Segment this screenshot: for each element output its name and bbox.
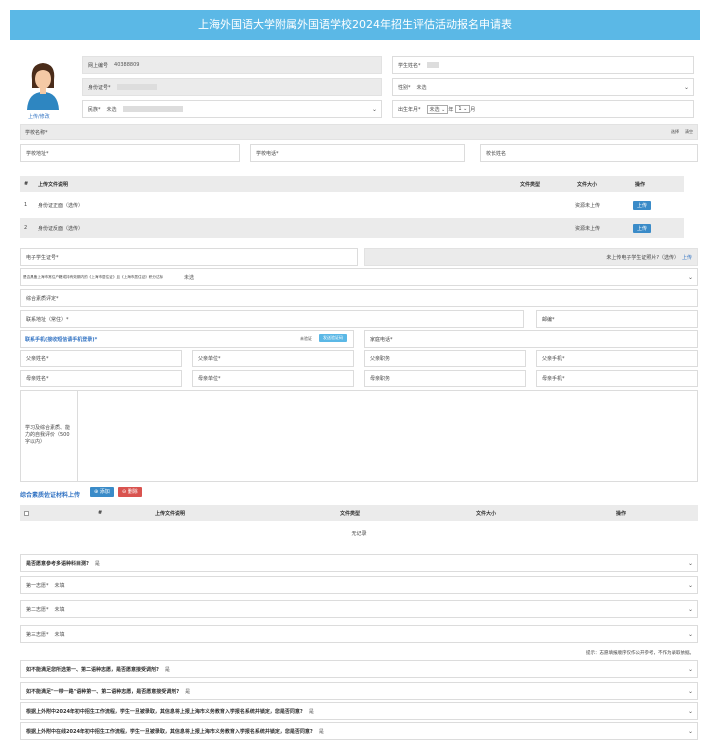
mother-job-field[interactable]: 母亲职务	[364, 370, 526, 387]
adjust-question-1[interactable]: 如不能满足您所选第一、第二语种志愿，是否愿意接受调剂? 是 ⌄	[20, 660, 698, 678]
self-evaluation-row: 学习及综合素质、能力的自我评价（500字以内）	[20, 390, 698, 482]
materials-table-header: # 上传文件说明 文件类型 文件大小 操作	[20, 505, 698, 521]
e-card-photo-note: 未上传电子学生证照片?（选传） 上传	[364, 248, 698, 266]
upload-button[interactable]: 上传	[633, 223, 652, 233]
father-phone-field[interactable]: 父亲手机*	[536, 350, 698, 367]
self-evaluation-textarea[interactable]	[77, 391, 697, 481]
contact-phone-row: 联系手机(接收短信请手机登录)* 未验证 发送验证码	[20, 330, 354, 348]
principal-name-field[interactable]: 校长姓名	[480, 144, 698, 162]
home-phone-field[interactable]: 家庭电话*	[364, 330, 698, 348]
table-row: 1 身份证正面（选传） 资源未上传 上传	[20, 196, 684, 214]
third-choice-select[interactable]: 第三志愿* 未填 ⌄	[20, 625, 698, 643]
first-choice-select[interactable]: 第一志愿* 未填 ⌄	[20, 576, 698, 594]
avatar-icon	[27, 63, 59, 110]
choice-hint: 提示：志愿填报顺序仅作公开参考，不作为录取依据。	[586, 651, 694, 656]
gender-select[interactable]: 性别* 未选 ⌄	[392, 78, 694, 96]
net-id-field: 网上编号 40388809	[82, 56, 382, 74]
comprehensive-review-field[interactable]: 综合素质评定*	[20, 289, 698, 307]
chevron-down-icon: ⌄	[687, 605, 693, 613]
father-unit-field[interactable]: 父亲单位*	[192, 350, 354, 367]
mother-name-field[interactable]: 母亲姓名*	[20, 370, 182, 387]
school-select-button[interactable]: 选择	[671, 129, 679, 135]
birth-year-select[interactable]: 未选 ⌄	[426, 104, 449, 114]
chevron-down-icon: ⌄	[687, 559, 693, 567]
upload-button[interactable]: 上传	[633, 200, 652, 210]
form-title: 上海外国语大学附属外国语学校2024年招生评估活动报名申请表	[10, 10, 700, 40]
mother-unit-field[interactable]: 母亲单位*	[192, 370, 354, 387]
birth-month-select[interactable]: 1 ⌄	[455, 105, 471, 113]
consent-question-2[interactable]: 根据上外附中在线2024年初中招生工作流程，学生一旦被录取，其信息将上报上海市义…	[20, 722, 698, 740]
chevron-down-icon: ⌄	[687, 707, 693, 715]
select-all-checkbox[interactable]	[24, 510, 29, 516]
school-phone-field[interactable]: 学校电话*	[250, 144, 465, 162]
chevron-down-icon: ⌄	[687, 273, 693, 281]
birth-field: 出生年月* 未选 ⌄ 年 1 ⌄ 月	[392, 100, 694, 118]
chevron-down-icon: ⌄	[687, 581, 693, 589]
e-card-upload-link[interactable]: 上传	[682, 254, 692, 261]
consent-question-1[interactable]: 根据上外附中2024年初中招生工作流程，学生一旦被录取，其信息将上报上海市义务教…	[20, 702, 698, 720]
father-name-field[interactable]: 父亲姓名*	[20, 350, 182, 367]
chevron-down-icon: ⌄	[687, 727, 693, 735]
ethnic-select[interactable]: 民族* 未选 ⌄	[82, 100, 382, 118]
send-code-button[interactable]: 发送验证码	[319, 334, 347, 342]
mother-phone-field[interactable]: 母亲手机*	[536, 370, 698, 387]
empty-row: 无记录	[351, 530, 367, 537]
table-row: 2 身份证反面（选传） 资源未上传 上传	[20, 218, 684, 238]
language-select[interactable]: 是否愿意参考多语种科目测? 是 ⌄	[20, 554, 698, 572]
avatar	[24, 58, 62, 110]
zip-code-field[interactable]: 邮编*	[536, 310, 698, 328]
chevron-down-icon: ⌄	[687, 665, 693, 673]
chevron-down-icon: ⌄	[687, 687, 693, 695]
adjust-question-2[interactable]: 如不能满足"一带一路"语种第一、第二语种志愿，是否愿意接受调剂? 是 ⌄	[20, 682, 698, 700]
contact-address-field[interactable]: 联系地址（常住）*	[20, 310, 524, 328]
id-number-field: 身份证号*	[82, 78, 382, 96]
school-clear-button[interactable]: 清空	[685, 129, 693, 135]
chevron-down-icon: ⌄	[371, 105, 377, 113]
hukou-select[interactable]: 是否具备上海市常住户籍或持有效期内的《上海市居住证》且《上海市居住证》积分达标 …	[20, 268, 698, 286]
school-name-field[interactable]: 学校名称* 选择 清空	[20, 124, 698, 140]
father-job-field[interactable]: 父亲职务	[364, 350, 526, 367]
second-choice-select[interactable]: 第二志愿* 未填 ⌄	[20, 600, 698, 618]
delete-material-button[interactable]: ⊖ 删除	[118, 487, 142, 497]
chevron-down-icon: ⌄	[683, 83, 689, 91]
materials-title: 综合素质佐证材料上传	[20, 492, 81, 499]
upload-photo-link[interactable]: 上传/修改	[28, 113, 50, 120]
chevron-down-icon: ⌄	[687, 630, 693, 638]
school-address-field[interactable]: 学校地址*	[20, 144, 240, 162]
file-table-header: # 上传文件说明 文件类型 文件大小 操作	[20, 176, 684, 192]
student-name-field[interactable]: 学生姓名*	[392, 56, 694, 74]
e-card-field[interactable]: 电子学生证号*	[20, 248, 358, 266]
add-material-button[interactable]: ⊕ 添加	[90, 487, 114, 497]
